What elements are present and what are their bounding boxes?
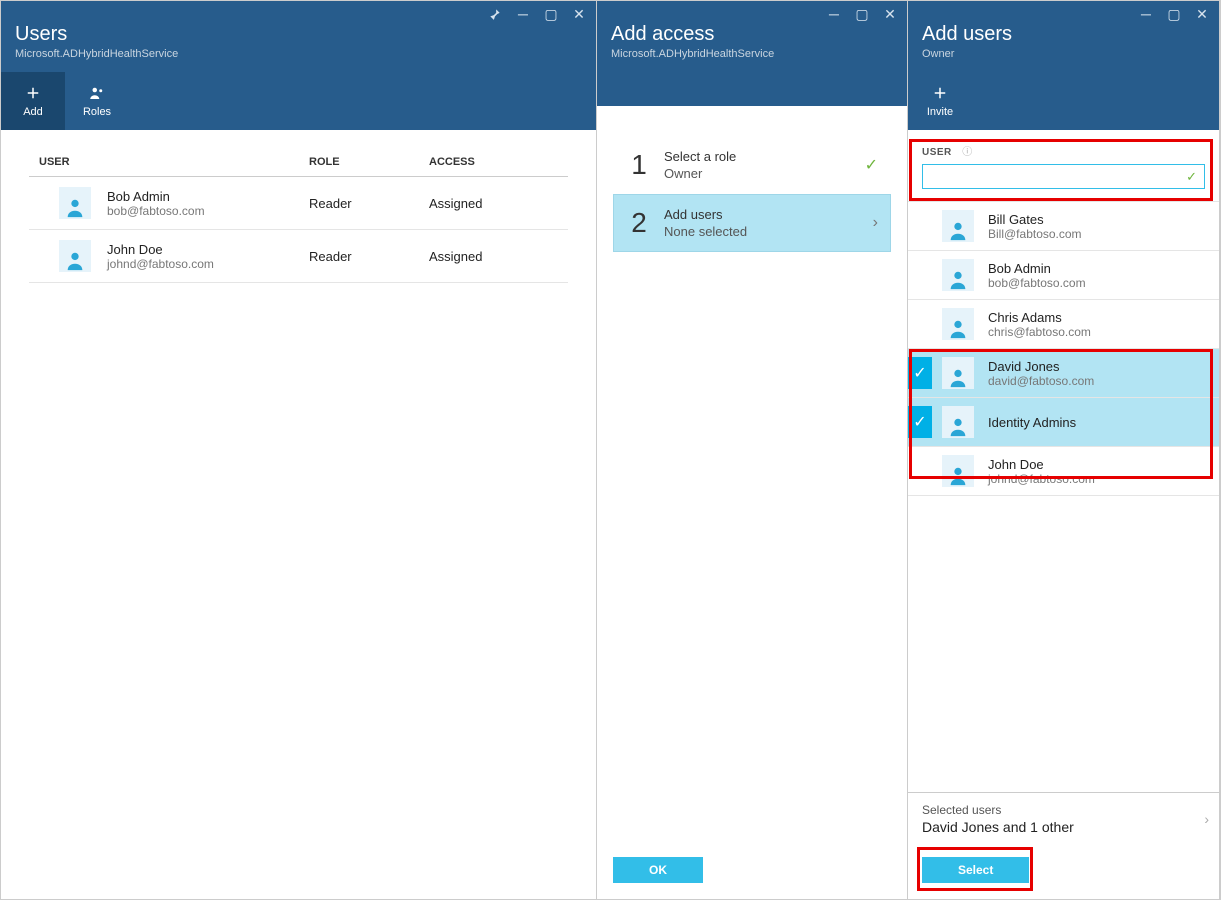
users-table: USER ROLE ACCESS Bob Adminbob@fabtoso.co… — [1, 130, 596, 301]
row-check-icon: ✓ — [908, 406, 932, 438]
user-email: bob@fabtoso.com — [107, 204, 205, 218]
summary-label: Selected users — [922, 803, 1205, 817]
row-check-icon — [908, 210, 932, 242]
blade-users-header: ─ ▢ ✕ Users Microsoft.ADHybridHealthServ… — [1, 1, 596, 130]
user-name: David Jones — [988, 359, 1094, 374]
user-name: John Doe — [107, 242, 214, 257]
add-button[interactable]: Add — [1, 72, 65, 130]
minimize-icon[interactable]: ─ — [1137, 5, 1155, 23]
maximize-icon[interactable]: ▢ — [1165, 5, 1183, 23]
maximize-icon[interactable]: ▢ — [542, 5, 560, 23]
maximize-icon[interactable]: ▢ — [853, 5, 871, 23]
invite-button[interactable]: Invite — [908, 72, 972, 130]
blade-subtitle: Microsoft.ADHybridHealthService — [15, 48, 582, 60]
step-title: Select a role — [664, 149, 880, 164]
roles-button-label: Roles — [83, 106, 111, 118]
user-avatar-icon — [942, 455, 974, 487]
row-check-icon — [908, 308, 932, 340]
user-picker-list: Bill GatesBill@fabtoso.comBob Adminbob@f… — [908, 201, 1219, 792]
minimize-icon[interactable]: ─ — [825, 5, 843, 23]
step-title: Add users — [664, 207, 880, 222]
blade-subtitle: Owner — [922, 48, 1205, 60]
user-email: johnd@fabtoso.com — [988, 472, 1095, 486]
user-name: Bill Gates — [988, 212, 1082, 227]
user-avatar-icon — [59, 187, 91, 219]
roles-button[interactable]: Roles — [65, 72, 129, 130]
blade-add-access: ─ ▢ ✕ Add access Microsoft.ADHybridHealt… — [597, 1, 908, 899]
user-picker-row[interactable]: John Doejohnd@fabtoso.com — [908, 447, 1219, 496]
user-search-section: USER ⓘ ✓ — [908, 130, 1219, 201]
user-avatar-icon — [942, 210, 974, 242]
user-access: Assigned — [429, 196, 568, 211]
add-button-label: Add — [23, 106, 43, 118]
blade-title: Add access — [611, 23, 893, 46]
ok-button[interactable]: OK — [613, 857, 703, 883]
user-avatar-icon — [942, 357, 974, 389]
user-access: Assigned — [429, 249, 568, 264]
step-number: 1 — [624, 149, 654, 181]
row-check-icon — [908, 455, 932, 487]
info-icon[interactable]: ⓘ — [962, 147, 972, 158]
user-avatar-icon — [942, 406, 974, 438]
blade-addaccess-header: ─ ▢ ✕ Add access Microsoft.ADHybridHealt… — [597, 1, 907, 106]
user-picker-row[interactable]: ✓ David Jonesdavid@fabtoso.com — [908, 349, 1219, 398]
table-row[interactable]: Bob Adminbob@fabtoso.com ReaderAssigned — [29, 177, 568, 230]
step-subtitle: None selected — [664, 224, 880, 239]
user-picker-row[interactable]: Chris Adamschris@fabtoso.com — [908, 300, 1219, 349]
user-name: Bob Admin — [988, 261, 1086, 276]
user-name: John Doe — [988, 457, 1095, 472]
col-user-header: USER — [29, 156, 309, 168]
row-check-icon: ✓ — [908, 357, 932, 389]
pin-icon[interactable] — [486, 5, 504, 23]
close-icon[interactable]: ✕ — [570, 5, 588, 23]
blade-add-users: ─ ▢ ✕ Add users Owner Invite USER ⓘ ✓ Bi… — [908, 1, 1220, 899]
blade-title: Users — [15, 23, 582, 46]
user-email: Bill@fabtoso.com — [988, 227, 1082, 241]
user-picker-row[interactable]: ✓ Identity Admins — [908, 398, 1219, 447]
blade-addusers-header: ─ ▢ ✕ Add users Owner Invite — [908, 1, 1219, 130]
col-access-header: ACCESS — [429, 156, 568, 168]
step-select-role[interactable]: 1 Select a role Owner ✓ — [613, 136, 891, 194]
user-avatar-icon — [942, 308, 974, 340]
check-icon: ✓ — [865, 155, 878, 175]
user-name: Chris Adams — [988, 310, 1091, 325]
blade-users: ─ ▢ ✕ Users Microsoft.ADHybridHealthServ… — [1, 1, 597, 899]
user-email: bob@fabtoso.com — [988, 276, 1086, 290]
blade-title: Add users — [922, 23, 1205, 46]
blade-subtitle: Microsoft.ADHybridHealthService — [611, 48, 893, 60]
user-email: david@fabtoso.com — [988, 374, 1094, 388]
user-picker-row[interactable]: Bill GatesBill@fabtoso.com — [908, 202, 1219, 251]
step-number: 2 — [624, 207, 654, 239]
user-name: Bob Admin — [107, 189, 205, 204]
select-button[interactable]: Select — [922, 857, 1029, 883]
user-email: chris@fabtoso.com — [988, 325, 1091, 339]
step-add-users[interactable]: 2 Add users None selected › — [613, 194, 891, 252]
close-icon[interactable]: ✕ — [1193, 5, 1211, 23]
minimize-icon[interactable]: ─ — [514, 5, 532, 23]
user-name: Identity Admins — [988, 415, 1076, 430]
user-search-input[interactable] — [922, 164, 1205, 189]
valid-check-icon: ✓ — [1186, 169, 1197, 185]
user-avatar-icon — [942, 259, 974, 291]
step-subtitle: Owner — [664, 166, 880, 181]
user-avatar-icon — [59, 240, 91, 272]
row-check-icon — [908, 259, 932, 291]
user-role: Reader — [309, 196, 429, 211]
table-row[interactable]: John Doejohnd@fabtoso.com ReaderAssigned — [29, 230, 568, 283]
chevron-right-icon: › — [1204, 811, 1209, 827]
user-email: johnd@fabtoso.com — [107, 257, 214, 271]
close-icon[interactable]: ✕ — [881, 5, 899, 23]
col-role-header: ROLE — [309, 156, 429, 168]
invite-button-label: Invite — [927, 106, 953, 118]
selected-users-summary[interactable]: Selected users David Jones and 1 other › — [908, 792, 1219, 845]
user-search-label: USER — [922, 147, 952, 158]
user-role: Reader — [309, 249, 429, 264]
user-picker-row[interactable]: Bob Adminbob@fabtoso.com — [908, 251, 1219, 300]
chevron-right-icon: › — [873, 214, 878, 232]
summary-value: David Jones and 1 other — [922, 819, 1205, 835]
